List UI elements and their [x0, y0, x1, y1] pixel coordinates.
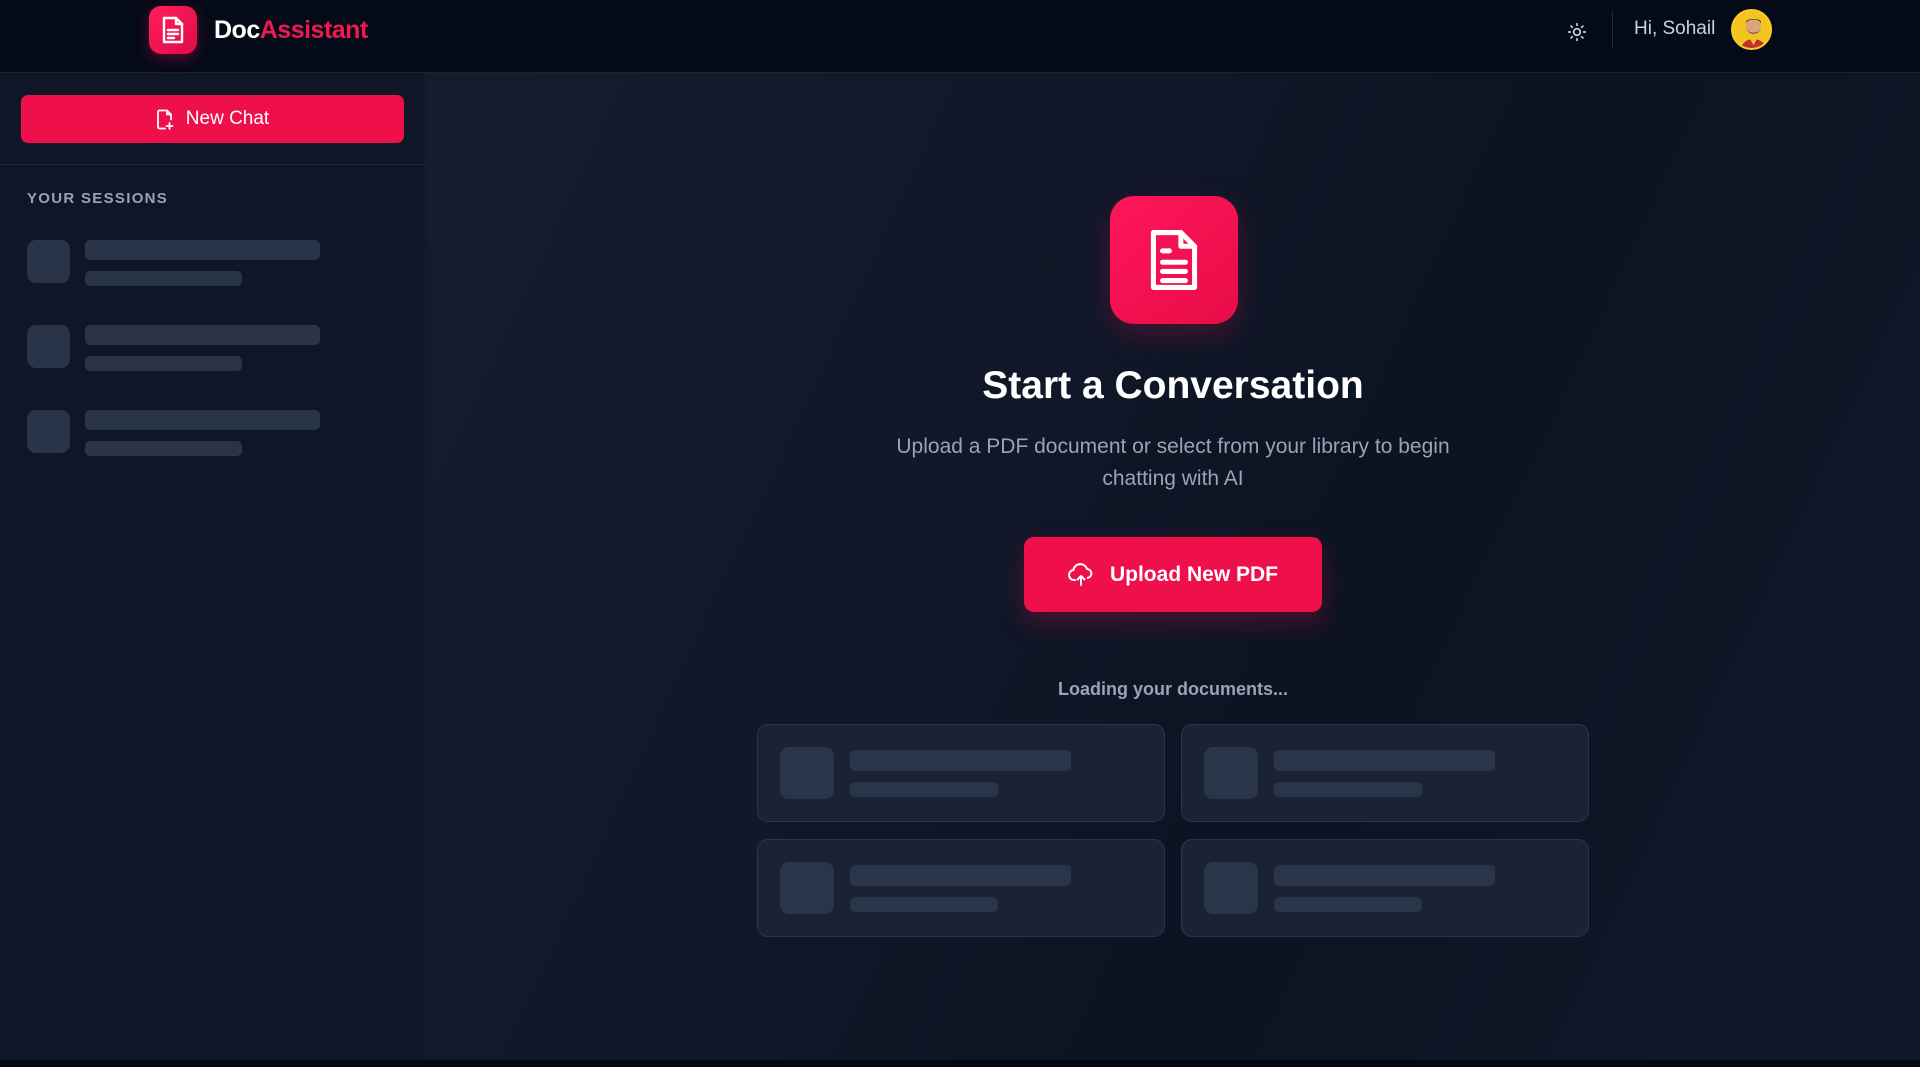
skeleton-thumbnail — [780, 747, 834, 799]
document-card-skeleton — [1181, 839, 1589, 937]
skeleton-line — [1274, 750, 1495, 771]
skeleton-line — [850, 750, 1071, 771]
upload-pdf-label: Upload New PDF — [1109, 562, 1278, 586]
page-title: Start a Conversation — [982, 364, 1364, 407]
document-card-skeleton — [1181, 724, 1589, 822]
page-subtitle: Upload a PDF document or select from you… — [896, 435, 1450, 490]
sun-icon — [1567, 22, 1587, 42]
document-icon — [1110, 196, 1238, 324]
skeleton-line — [85, 240, 320, 260]
bottom-edge — [0, 1060, 1920, 1067]
brand-name-doc: Doc — [214, 15, 260, 44]
brand[interactable]: DocAssistant — [149, 6, 368, 54]
skeleton-line — [85, 271, 242, 286]
theme-toggle-button[interactable] — [1562, 17, 1592, 47]
loading-documents-text: Loading your documents... — [1057, 679, 1288, 699]
skeleton-line — [85, 325, 320, 345]
skeleton-line — [85, 356, 242, 371]
new-chat-button[interactable]: New Chat — [21, 95, 404, 143]
brand-name: DocAssistant — [214, 16, 368, 45]
skeleton-line — [1274, 782, 1422, 797]
skeleton-line — [850, 897, 998, 912]
skeleton-line — [1274, 897, 1422, 912]
document-icon — [149, 6, 197, 54]
sidebar-divider — [0, 164, 426, 165]
user-avatar[interactable] — [1731, 9, 1772, 50]
header-divider — [1612, 12, 1613, 48]
skeleton-avatar — [27, 325, 70, 368]
skeleton-avatar — [27, 240, 70, 283]
upload-pdf-button[interactable]: Upload New PDF — [1024, 537, 1322, 612]
skeleton-line — [850, 782, 998, 797]
main-panel: Start a Conversation Upload a PDF docume… — [427, 73, 1920, 1060]
user-greeting: Hi, Sohail — [1634, 18, 1716, 39]
skeleton-line — [1274, 865, 1495, 886]
sessions-heading: YOUR SESSIONS — [27, 190, 169, 207]
skeleton-thumbnail — [780, 862, 834, 914]
sidebar: New Chat YOUR SESSIONS — [0, 73, 426, 1060]
new-document-icon — [156, 109, 174, 130]
skeleton-line — [850, 865, 1071, 886]
skeleton-line — [85, 410, 320, 430]
new-chat-label: New Chat — [185, 108, 270, 129]
skeleton-line — [85, 441, 242, 456]
document-card-skeleton — [757, 839, 1165, 937]
skeleton-avatar — [27, 410, 70, 453]
document-card-skeleton — [757, 724, 1165, 822]
session-skeleton — [27, 240, 327, 288]
skeleton-thumbnail — [1204, 747, 1258, 799]
session-skeleton — [27, 325, 327, 373]
brand-name-assistant: Assistant — [259, 15, 369, 44]
app-root: DocAssistant Hi, Sohail New Chat YOUR SE… — [0, 0, 1920, 1067]
skeleton-thumbnail — [1204, 862, 1258, 914]
session-skeleton — [27, 410, 327, 458]
cloud-upload-icon — [1068, 562, 1094, 587]
top-header: DocAssistant Hi, Sohail — [0, 0, 1920, 73]
